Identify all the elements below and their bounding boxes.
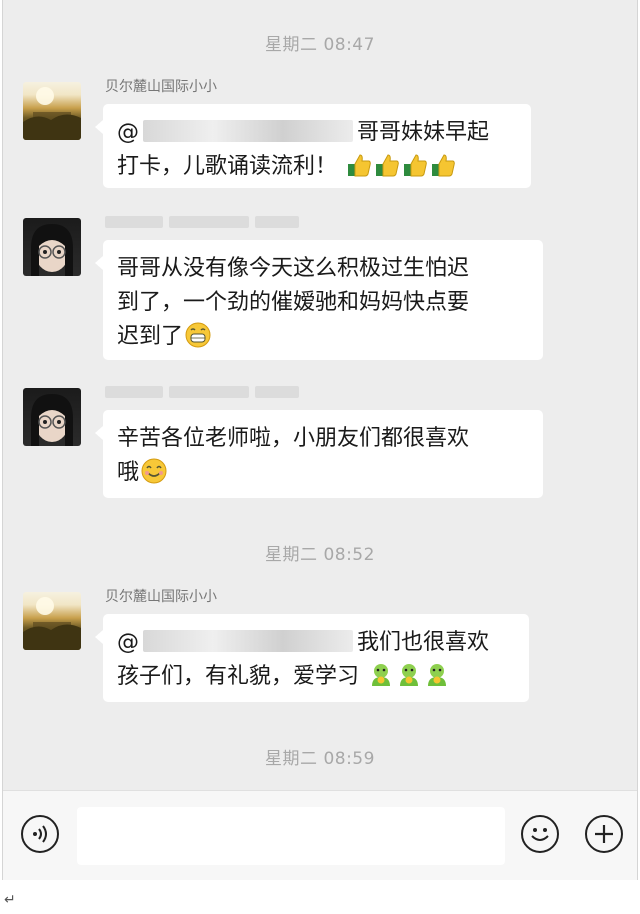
girl-avatar[interactable]	[23, 388, 81, 446]
message-line: 孩子们，有礼貌，爱学习	[117, 660, 515, 694]
plus-icon	[595, 825, 613, 843]
message-bubble[interactable]: @ 哥哥妹妹早起 打卡，儿歌诵读流利！	[95, 104, 531, 188]
message-bubble[interactable]: 哥哥从没有像今天这么积极过生怕迟 到了，一个劲的催嫒驰和妈妈快点要 迟到了	[95, 240, 543, 360]
message-text: 辛苦各位老师啦，小朋友们都很喜欢	[117, 426, 470, 451]
applause-icon	[428, 664, 447, 686]
message-text: 到了，一个劲的催嫒驰和妈妈快点要	[117, 290, 470, 315]
redacted-mention	[143, 120, 353, 142]
thumbs-up-icon	[348, 154, 371, 177]
input-bar	[3, 790, 637, 880]
emoji-button[interactable]	[521, 815, 559, 853]
timestamp-separator: 星期二 08:59	[265, 749, 375, 769]
grin-icon	[185, 322, 211, 348]
message-line: 迟到了	[117, 320, 529, 354]
sender-name: 贝尔麓山国际小小	[105, 589, 217, 605]
message-input[interactable]	[77, 807, 505, 865]
message-bubble[interactable]: @ 我们也很喜欢 孩子们，有礼貌，爱学习	[95, 614, 529, 702]
girl-avatar[interactable]	[23, 218, 81, 276]
voice-icon	[33, 825, 47, 843]
message-text: 哦	[117, 460, 140, 485]
mention-symbol: @	[117, 630, 139, 655]
thumbs-up-icon	[376, 154, 399, 177]
smile-icon	[141, 458, 167, 484]
sender-name-redacted	[105, 214, 305, 230]
sender-name-redacted	[105, 384, 305, 400]
message-text: 孩子们，有礼貌，爱学习	[117, 664, 360, 689]
chat-window: 星期二 08:47 贝尔麓山国际小小 @哥哥妹妹早起 打卡，儿歌诵读流利！ 哥	[2, 0, 638, 880]
thumbs-up-icon	[432, 154, 455, 177]
message-text: 迟到了	[117, 324, 184, 349]
message-text: 哥哥妹妹早起	[357, 120, 490, 145]
applause-icon	[400, 664, 419, 686]
message-bubble[interactable]: 辛苦各位老师啦，小朋友们都很喜欢 哦	[95, 410, 543, 498]
thumbs-up-icon	[404, 154, 427, 177]
timestamp-separator: 星期二 08:52	[265, 545, 375, 565]
voice-button[interactable]	[21, 815, 59, 853]
school-avatar[interactable]	[23, 82, 81, 140]
message-line: 哦	[117, 456, 529, 490]
sender-name: 贝尔麓山国际小小	[105, 79, 217, 95]
mention-symbol: @	[117, 120, 139, 145]
paragraph-return-mark: ↵	[4, 892, 16, 908]
plus-button[interactable]	[585, 815, 623, 853]
message-text: 我们也很喜欢	[357, 630, 490, 655]
applause-icon	[372, 664, 391, 686]
emoji-icon	[531, 828, 549, 841]
message-line: @ 哥哥妹妹早起	[117, 116, 517, 150]
message-line: 打卡，儿歌诵读流利！	[117, 150, 517, 184]
message-text: 哥哥从没有像今天这么积极过生怕迟	[117, 256, 470, 281]
timestamp-separator: 星期二 08:47	[265, 35, 375, 55]
school-avatar[interactable]	[23, 592, 81, 650]
message-text: 打卡，儿歌诵读流利！	[117, 154, 338, 179]
redacted-mention	[143, 630, 353, 652]
message-line: @ 我们也很喜欢	[117, 626, 515, 660]
